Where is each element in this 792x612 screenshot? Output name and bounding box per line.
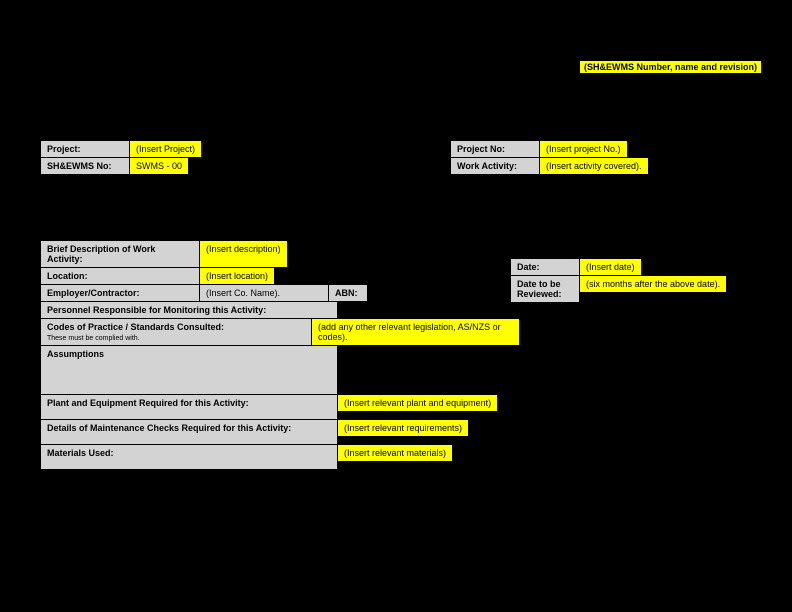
top-left-block: Project: (Insert Project) SH&EWMS No: SW…: [40, 140, 202, 174]
location-value: (Insert location): [199, 267, 275, 285]
materials-value: (Insert relevant materials): [337, 444, 453, 462]
brief-desc-value: (Insert description): [199, 240, 288, 268]
materials-label: Materials Used:: [40, 444, 338, 470]
work-activity-label: Work Activity:: [450, 157, 540, 175]
codes-value: (add any other relevant legislation, AS/…: [311, 318, 520, 346]
personnel-label: Personnel Responsible for Monitoring thi…: [40, 301, 338, 319]
employer-value: (Insert Co. Name).: [199, 284, 329, 302]
project-no-label: Project No:: [450, 140, 540, 158]
codes-cell: Codes of Practice / Standards Consulted:…: [40, 318, 312, 346]
review-value: (six months after the above date).: [579, 275, 727, 293]
details-right-block: Date: (Insert date) Date to be Reviewed:…: [510, 258, 727, 303]
shewms-no-label: SH&EWMS No:: [40, 157, 130, 175]
codes-label: Codes of Practice / Standards Consulted:: [47, 322, 224, 332]
work-activity-value: (Insert activity covered).: [539, 157, 649, 175]
plant-value: (Insert relevant plant and equipment): [337, 394, 498, 412]
details-left-block: Brief Description of Work Activity: (Ins…: [40, 240, 520, 470]
top-right-block: Project No: (Insert project No.) Work Ac…: [450, 140, 649, 174]
employer-label: Employer/Contractor:: [40, 284, 200, 302]
assumptions-label: Assumptions: [40, 345, 338, 395]
shewms-no-value: SWMS - 00: [129, 157, 189, 175]
codes-subtext: These must be complied with.: [47, 335, 140, 342]
project-value: (Insert Project): [129, 140, 202, 158]
header-revision: (SH&EWMS Number, name and revision): [579, 60, 762, 74]
abn-label: ABN:: [328, 284, 368, 302]
revision-placeholder: (SH&EWMS Number, name and revision): [579, 60, 762, 74]
date-label: Date:: [510, 258, 580, 276]
project-label: Project:: [40, 140, 130, 158]
location-label: Location:: [40, 267, 200, 285]
project-no-value: (Insert project No.): [539, 140, 628, 158]
maintenance-label: Details of Maintenance Checks Required f…: [40, 419, 338, 445]
review-label: Date to be Reviewed:: [510, 275, 580, 303]
maintenance-value: (Insert relevant requirements): [337, 419, 469, 437]
plant-label: Plant and Equipment Required for this Ac…: [40, 394, 338, 420]
brief-desc-label: Brief Description of Work Activity:: [40, 240, 200, 268]
date-value: (Insert date): [579, 258, 642, 276]
